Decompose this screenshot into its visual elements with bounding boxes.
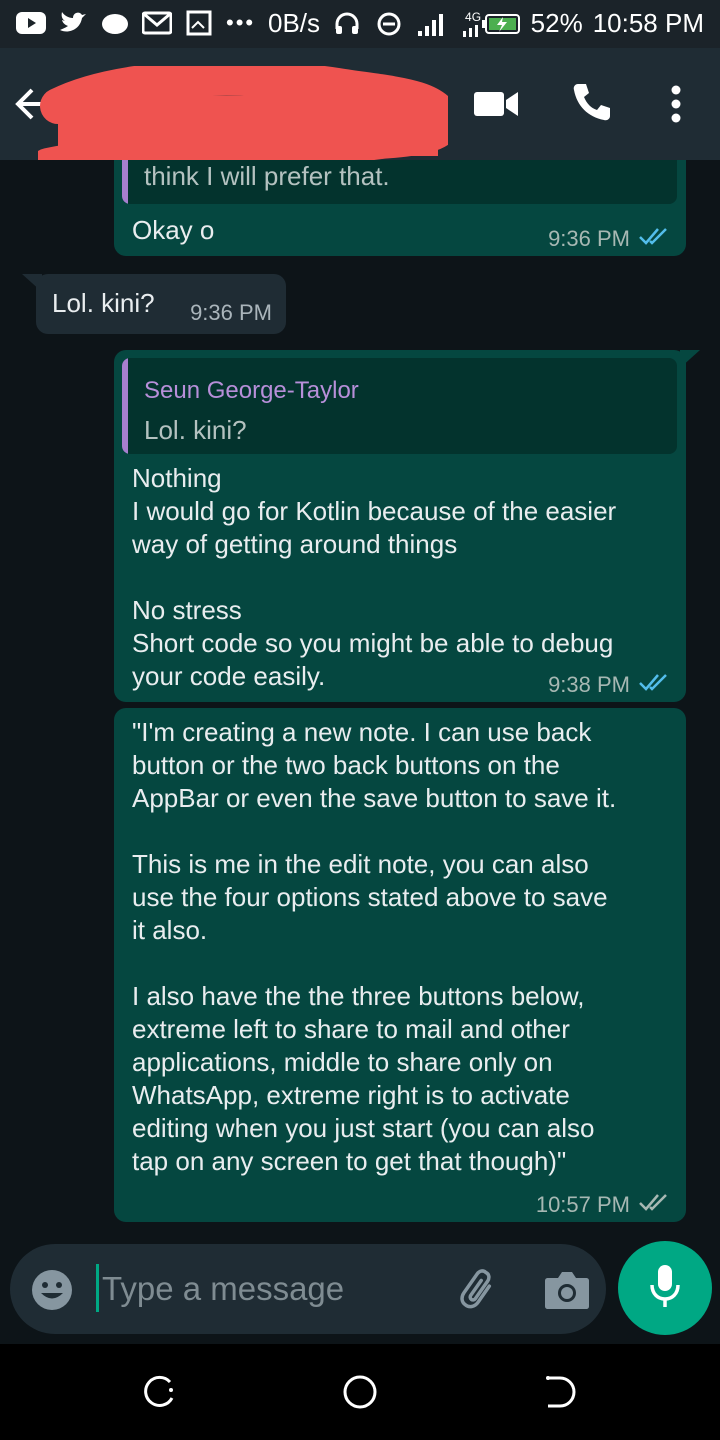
quoted-text: Lol. kini? (144, 415, 247, 445)
system-navigation-bar (0, 1344, 720, 1440)
net-speed: 0B/s (268, 8, 321, 38)
message-text: Okay o (132, 215, 215, 245)
battery-percent: 52% (530, 8, 583, 38)
read-ticks-icon (638, 668, 670, 701)
message-time: 9:36 PM (548, 226, 630, 251)
home-icon[interactable] (340, 1372, 380, 1412)
message-time: 9:36 PM (190, 300, 272, 325)
microphone-icon (647, 1263, 683, 1314)
more-options-icon[interactable] (662, 84, 690, 124)
bubble-tail (680, 350, 700, 368)
gmail-icon (142, 8, 172, 38)
network-type-label: 4G (465, 9, 482, 24)
signal-strength-icon (416, 9, 446, 39)
attachment-icon[interactable] (454, 1266, 504, 1316)
quoted-message[interactable]: Seun George-Taylor Lol. kini? (122, 358, 677, 454)
message-meta: 9:36 PM (190, 296, 272, 329)
message-bubble-outgoing[interactable]: think I will prefer that. Okay o 9:36 PM (114, 160, 686, 256)
chat-app-bar (0, 48, 720, 224)
message-meta: 10:57 PM (536, 1188, 670, 1221)
youtube-icon (16, 8, 46, 38)
quoted-message[interactable]: think I will prefer that. (122, 160, 677, 204)
message-bubble-outgoing[interactable]: Seun George-Taylor Lol. kini? Nothing I … (114, 350, 700, 702)
system-indicators: 52% 10:58 PM (481, 8, 704, 39)
battery-charging-icon (481, 9, 521, 39)
notification-icons: ••• (16, 8, 255, 38)
message-time: 10:57 PM (535, 1192, 630, 1217)
twitter-icon (58, 8, 88, 38)
quoted-author: Seun George-Taylor (144, 377, 359, 404)
message-time: 9:38 PM (548, 672, 630, 697)
voice-record-button[interactable] (618, 1241, 712, 1335)
screenshot-icon (184, 8, 214, 38)
back-nav-icon[interactable] (540, 1372, 580, 1412)
bubble-tail (22, 274, 42, 292)
network-indicators: 0B/s 4G (268, 8, 488, 39)
message-bubble-incoming[interactable]: Lol. kini? 9:36 PM (22, 274, 286, 334)
video-call-icon[interactable] (472, 86, 520, 122)
quoted-text: think I will prefer that. (144, 161, 390, 191)
more-notifications-indicator: ••• (226, 10, 256, 35)
message-meta: 9:36 PM (548, 222, 670, 255)
camera-icon[interactable] (544, 1268, 590, 1310)
text-cursor (96, 1264, 99, 1312)
clock: 10:58 PM (592, 8, 704, 38)
message-text: Lol. kini? (52, 288, 155, 318)
message-text: Nothing I would go for Kotlin because of… (132, 463, 617, 691)
message-input[interactable] (100, 1262, 424, 1316)
cloud-icon (100, 8, 130, 38)
status-bar: ••• 0B/s 4G 52% 10:58 PM (0, 0, 720, 48)
message-composer (10, 1244, 606, 1334)
message-meta: 9:38 PM (548, 668, 670, 701)
read-ticks-icon (638, 222, 670, 255)
message-list[interactable]: think I will prefer that. Okay o 9:36 PM… (0, 160, 720, 1344)
quote-accent-bar (122, 358, 128, 454)
emoji-icon[interactable] (30, 1268, 74, 1312)
headset-icon (332, 9, 362, 39)
recent-apps-icon[interactable] (140, 1372, 180, 1412)
do-not-disturb-icon (374, 9, 404, 39)
message-bubble-outgoing[interactable]: "I'm creating a new note. I can use back… (114, 708, 686, 1222)
delivered-ticks-icon (638, 1188, 670, 1221)
quote-accent-bar (122, 160, 128, 204)
voice-call-icon[interactable] (570, 80, 614, 124)
message-text: "I'm creating a new note. I can use back… (132, 717, 617, 1176)
